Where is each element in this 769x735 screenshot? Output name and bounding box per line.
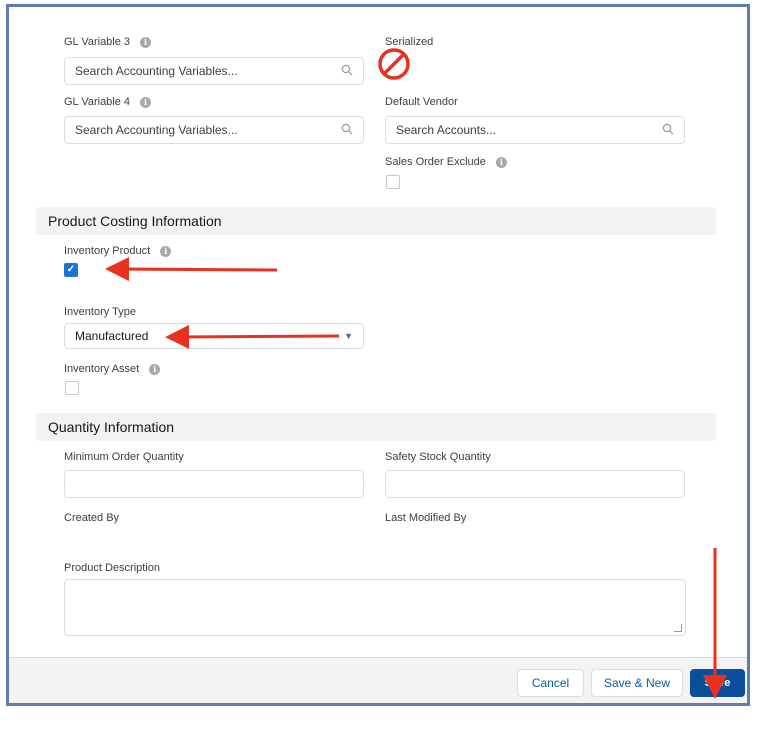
chevron-down-icon: ▼ (344, 331, 353, 341)
gl-variable-3-search-input[interactable]: Search Accounting Variables... (64, 57, 364, 85)
created-by-label: Created By (64, 512, 120, 524)
serialized-label: Serialized (385, 36, 434, 48)
safety-stock-quantity-label: Safety Stock Quantity (385, 451, 491, 463)
inventory-type-select[interactable]: Manufactured ▼ (64, 323, 364, 349)
search-icon (341, 123, 353, 138)
minimum-order-quantity-label: Minimum Order Quantity (64, 451, 184, 463)
gl-variable-3-label: GL Variable 3 i (64, 36, 152, 48)
inventory-product-label: Inventory Product i (64, 245, 172, 257)
info-icon[interactable]: i (149, 363, 161, 375)
product-description-label: Product Description (64, 562, 160, 574)
section-header-quantity[interactable]: Quantity Information (36, 413, 716, 441)
section-header-product-costing[interactable]: Product Costing Information (36, 207, 716, 235)
search-icon (662, 123, 674, 138)
info-icon[interactable]: i (495, 156, 507, 168)
default-vendor-search-input[interactable]: Search Accounts... (385, 116, 685, 144)
resize-handle-icon[interactable] (674, 624, 682, 632)
serialized-checkbox[interactable] (387, 57, 401, 71)
gl-variable-4-search-input[interactable]: Search Accounting Variables... (64, 116, 364, 144)
sales-order-exclude-checkbox[interactable] (386, 175, 400, 189)
inventory-asset-label: Inventory Asset i (64, 363, 161, 375)
info-icon[interactable]: i (160, 245, 172, 257)
safety-stock-quantity-input[interactable] (385, 470, 685, 498)
info-icon[interactable]: i (140, 96, 152, 108)
default-vendor-label: Default Vendor (385, 96, 458, 108)
record-edit-modal: GL Variable 3 i Search Accounting Variab… (6, 4, 750, 706)
minimum-order-quantity-input[interactable] (64, 470, 364, 498)
save-and-new-button[interactable]: Save & New (591, 669, 683, 697)
info-icon[interactable]: i (140, 36, 152, 48)
gl-variable-4-label: GL Variable 4 i (64, 96, 152, 108)
inventory-product-checkbox[interactable]: ✓ (64, 263, 78, 277)
inventory-asset-checkbox[interactable] (65, 381, 79, 395)
save-button[interactable]: Save (690, 669, 745, 697)
search-icon (341, 64, 353, 79)
cancel-button[interactable]: Cancel (517, 669, 584, 697)
product-description-textarea[interactable] (64, 579, 686, 636)
inventory-type-label: Inventory Type (64, 306, 136, 318)
last-modified-by-label: Last Modified By (385, 512, 467, 524)
check-icon: ✓ (66, 264, 76, 275)
sales-order-exclude-label: Sales Order Exclude i (385, 156, 507, 168)
arrow-to-inventory-product (105, 257, 278, 282)
modal-footer: Cancel Save & New Save (9, 657, 747, 703)
